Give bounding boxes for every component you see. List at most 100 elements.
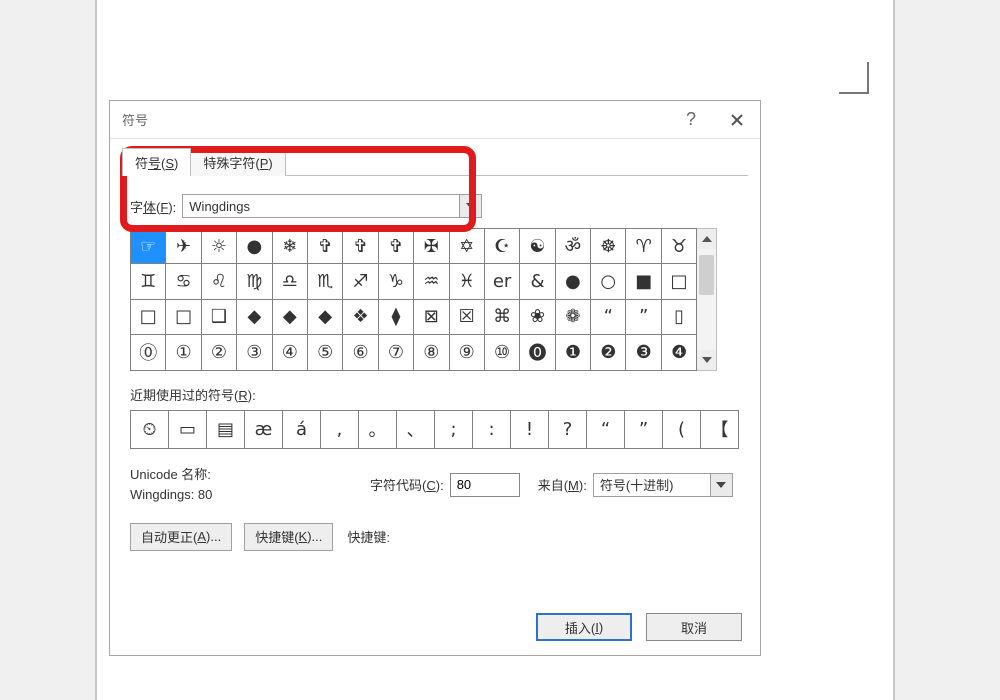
chevron-down-icon: [702, 357, 712, 363]
recent-symbol-cell[interactable]: 、: [397, 410, 435, 448]
symbol-cell[interactable]: ❁: [555, 299, 590, 334]
symbol-cell[interactable]: □: [131, 299, 166, 334]
symbol-cell[interactable]: ⑩: [484, 335, 519, 370]
symbol-cell[interactable]: ◆: [237, 299, 272, 334]
symbol-cell[interactable]: ❸: [626, 335, 661, 370]
symbol-cell[interactable]: ♑: [378, 264, 413, 299]
scroll-down-button[interactable]: [697, 350, 716, 370]
recent-symbol-cell[interactable]: :: [473, 410, 511, 448]
symbol-cell[interactable]: ☪: [484, 229, 519, 264]
recent-symbol-cell[interactable]: æ: [245, 410, 283, 448]
recent-symbol-cell[interactable]: “: [587, 410, 625, 448]
char-code-input[interactable]: [450, 473, 520, 497]
symbol-cell[interactable]: ❀: [520, 299, 555, 334]
scroll-track[interactable]: [697, 249, 716, 350]
symbol-cell[interactable]: ✡: [449, 229, 484, 264]
scroll-thumb[interactable]: [699, 255, 714, 295]
symbol-cell[interactable]: □: [166, 299, 201, 334]
recent-symbol-cell[interactable]: ▤: [207, 410, 245, 448]
symbol-cell[interactable]: ②: [201, 335, 236, 370]
symbol-cell[interactable]: ③: [237, 335, 272, 370]
symbol-cell[interactable]: “: [591, 299, 626, 334]
cancel-button[interactable]: 取消: [646, 613, 742, 641]
symbol-cell[interactable]: ✠: [414, 229, 449, 264]
symbol-cell[interactable]: ⓪: [131, 335, 166, 370]
symbol-cell[interactable]: ⓿: [520, 335, 555, 370]
help-button[interactable]: ?: [668, 101, 714, 139]
symbol-cell[interactable]: ♎: [272, 264, 307, 299]
scroll-up-button[interactable]: [697, 229, 716, 249]
tab-symbols[interactable]: 符号(S): [122, 148, 191, 176]
symbol-cell[interactable]: ⑤: [307, 335, 342, 370]
recent-symbol-cell[interactable]: 。: [359, 410, 397, 448]
symbol-cell[interactable]: ☸: [591, 229, 626, 264]
close-button[interactable]: [714, 101, 760, 139]
symbol-cell[interactable]: ⑨: [449, 335, 484, 370]
recent-symbol-cell[interactable]: ,: [321, 410, 359, 448]
symbol-cell[interactable]: ♍: [237, 264, 272, 299]
insert-button[interactable]: 插入(I): [536, 613, 632, 641]
symbol-cell[interactable]: &: [520, 264, 555, 299]
symbol-cell[interactable]: ❹: [661, 335, 696, 370]
recent-symbol-cell[interactable]: á: [283, 410, 321, 448]
symbol-cell[interactable]: ✞: [307, 229, 342, 264]
symbol-cell[interactable]: ♌: [201, 264, 236, 299]
tab-special-chars[interactable]: 特殊字符(P): [190, 148, 285, 176]
symbol-cell[interactable]: ▯: [661, 299, 696, 334]
symbol-cell[interactable]: ❄: [272, 229, 307, 264]
symbol-cell[interactable]: ◆: [272, 299, 307, 334]
symbol-cell[interactable]: ♏: [307, 264, 342, 299]
symbol-cell[interactable]: ♒: [414, 264, 449, 299]
symbol-cell[interactable]: ☯: [520, 229, 555, 264]
symbol-cell[interactable]: ❷: [591, 335, 626, 370]
symbol-cell[interactable]: ☒: [449, 299, 484, 334]
symbol-cell[interactable]: ☼: [201, 229, 236, 264]
symbol-cell[interactable]: ●: [237, 229, 272, 264]
symbol-cell[interactable]: ⊠: [414, 299, 449, 334]
margin-marker-vertical: [867, 62, 869, 92]
font-select-arrow[interactable]: [459, 195, 481, 217]
symbol-cell[interactable]: □: [661, 264, 696, 299]
symbol-cell[interactable]: ⌘: [484, 299, 519, 334]
recent-symbol-cell[interactable]: ?: [549, 410, 587, 448]
symbol-cell[interactable]: ❶: [555, 335, 590, 370]
symbol-cell[interactable]: ⑦: [378, 335, 413, 370]
symbol-cell[interactable]: ♐: [343, 264, 378, 299]
symbol-cell[interactable]: ❖: [343, 299, 378, 334]
symbol-cell[interactable]: ●: [555, 264, 590, 299]
symbol-cell[interactable]: ⑧: [414, 335, 449, 370]
symbol-cell[interactable]: ①: [166, 335, 201, 370]
recent-symbol-cell[interactable]: ;: [435, 410, 473, 448]
symbol-cell[interactable]: ④: [272, 335, 307, 370]
recent-symbol-cell[interactable]: !: [511, 410, 549, 448]
symbol-cell[interactable]: ♈: [626, 229, 661, 264]
symbol-cell[interactable]: ✈: [166, 229, 201, 264]
symbol-cell[interactable]: ⑥: [343, 335, 378, 370]
recent-symbol-cell[interactable]: 【: [701, 410, 739, 448]
recent-symbol-cell[interactable]: (: [663, 410, 701, 448]
font-select[interactable]: Wingdings: [182, 194, 482, 218]
symbol-cell[interactable]: ✞: [378, 229, 413, 264]
symbol-cell[interactable]: ■: [626, 264, 661, 299]
from-select-arrow[interactable]: [710, 474, 732, 496]
recent-symbol-cell[interactable]: ”: [625, 410, 663, 448]
recent-symbol-cell[interactable]: ⏲: [131, 410, 169, 448]
symbol-cell[interactable]: ☞: [131, 229, 166, 264]
symbol-cell[interactable]: ✞: [343, 229, 378, 264]
from-select[interactable]: 符号(十进制): [593, 473, 733, 497]
symbol-cell[interactable]: ♓: [449, 264, 484, 299]
autocorrect-button[interactable]: 自动更正(A)...: [130, 523, 232, 551]
symbol-cell[interactable]: ♊: [131, 264, 166, 299]
symbol-cell[interactable]: ♉: [661, 229, 696, 264]
symbol-cell[interactable]: ◆: [307, 299, 342, 334]
symbol-cell[interactable]: ⧫: [378, 299, 413, 334]
symbol-cell[interactable]: er: [484, 264, 519, 299]
symbol-cell[interactable]: ○: [591, 264, 626, 299]
recent-symbol-cell[interactable]: ▭: [169, 410, 207, 448]
shortcut-key-button[interactable]: 快捷键(K)...: [244, 523, 333, 551]
symbol-grid-scrollbar[interactable]: [697, 228, 717, 371]
symbol-cell[interactable]: ”: [626, 299, 661, 334]
symbol-cell[interactable]: ॐ: [555, 229, 590, 264]
symbol-cell[interactable]: ❑: [201, 299, 236, 334]
symbol-cell[interactable]: ♋: [166, 264, 201, 299]
